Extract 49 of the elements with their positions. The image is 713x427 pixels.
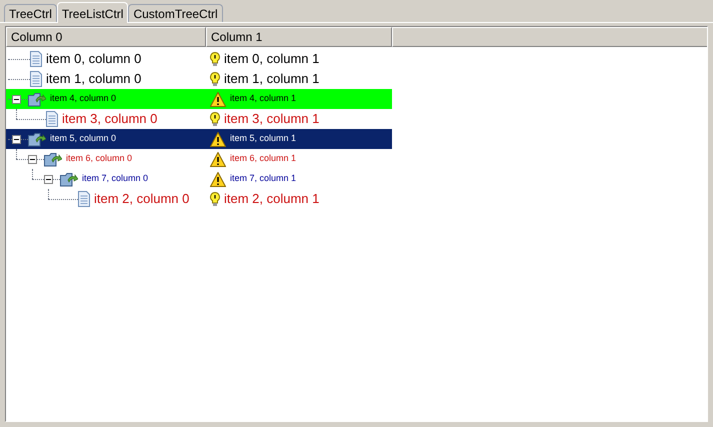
warning-icon [210, 152, 226, 166]
item-label: item 4, column 0 [50, 92, 116, 106]
lightbulb-icon [210, 112, 220, 126]
tree-row[interactable]: item 4, column 0 item 4, column 1 [6, 89, 392, 109]
collapse-icon[interactable] [44, 175, 53, 184]
item-column-text: item 2, column 1 [224, 190, 320, 208]
collapse-icon[interactable] [28, 155, 37, 164]
item-column-text: item 4, column 1 [230, 92, 296, 106]
lightbulb-icon [210, 52, 220, 66]
tree-row[interactable]: item 6, column 0 item 6, column 1 [6, 149, 392, 169]
item-label: item 6, column 0 [66, 152, 132, 166]
item-column-text: item 6, column 1 [230, 152, 296, 166]
folder-arrow-icon [60, 172, 78, 186]
folder-arrow-icon [28, 92, 46, 106]
warning-icon [210, 92, 226, 106]
document-icon [30, 51, 42, 67]
warning-icon [210, 132, 226, 146]
column-header[interactable]: Column 0 [6, 27, 206, 47]
item-column-text: item 5, column 1 [230, 132, 296, 146]
tree-row[interactable]: item 7, column 0 item 7, column 1 [6, 169, 392, 189]
folder-arrow-icon [28, 132, 46, 146]
item-column-text: item 1, column 1 [224, 70, 320, 88]
collapse-icon[interactable] [12, 135, 21, 144]
item-label: item 3, column 0 [62, 110, 158, 128]
item-label: item 0, column 0 [46, 50, 142, 68]
collapse-icon[interactable] [12, 95, 21, 104]
item-label: item 2, column 0 [94, 190, 190, 208]
item-label: item 5, column 0 [50, 132, 116, 146]
tree-row[interactable]: item 1, column 0 item 1, column 1 [6, 69, 392, 89]
item-label: item 1, column 0 [46, 70, 142, 88]
tab[interactable]: CustomTreeCtrl [128, 4, 223, 22]
document-icon [30, 71, 42, 87]
tab[interactable]: TreeCtrl [4, 4, 57, 22]
item-column-text: item 0, column 1 [224, 50, 320, 68]
item-column-text: item 7, column 1 [230, 172, 296, 186]
item-column-text: item 3, column 1 [224, 110, 320, 128]
item-label: item 7, column 0 [82, 172, 148, 186]
tree-row[interactable]: item 2, column 0 item 2, column 1 [6, 189, 392, 209]
lightbulb-icon [210, 72, 220, 86]
folder-arrow-icon [44, 152, 62, 166]
warning-icon [210, 172, 226, 186]
lightbulb-icon [210, 192, 220, 206]
tab[interactable]: TreeListCtrl [56, 2, 128, 23]
document-icon [78, 191, 90, 207]
document-icon [46, 111, 58, 127]
tree-row[interactable]: item 5, column 0 item 5, column 1 [6, 129, 392, 149]
tree-row[interactable]: item 0, column 0 item 0, column 1 [6, 49, 392, 69]
tree-row[interactable]: item 3, column 0 item 3, column 1 [6, 109, 392, 129]
column-header[interactable]: Column 1 [206, 27, 392, 47]
